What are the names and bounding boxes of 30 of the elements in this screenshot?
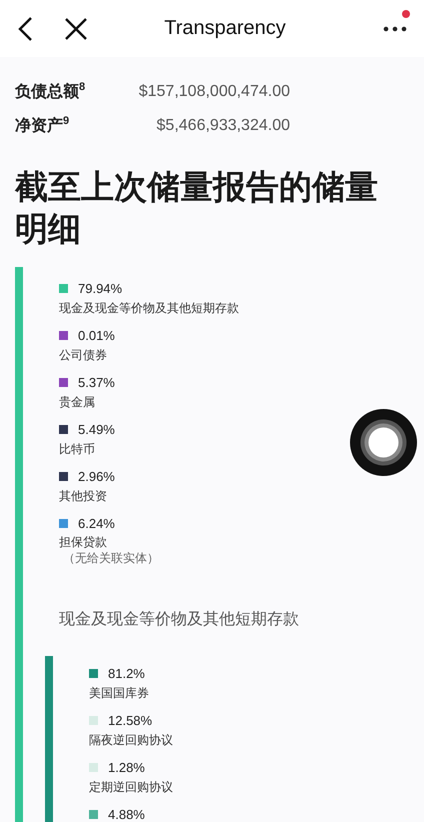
category-label: 定期逆回购协议 bbox=[89, 779, 173, 796]
category-label: 贵金属 bbox=[59, 394, 96, 411]
percent-value: 4.88% bbox=[108, 806, 145, 822]
percent-value: 12.58% bbox=[108, 712, 152, 728]
category-label: 担保贷款 bbox=[59, 534, 108, 551]
close-icon[interactable] bbox=[64, 16, 88, 40]
percent-value: 81.2% bbox=[108, 666, 145, 680]
category-label: 其他投资 bbox=[59, 488, 108, 505]
category-label: 美国国库券 bbox=[89, 685, 150, 702]
percent-value: 6.24% bbox=[78, 516, 115, 530]
category-label: 现金及现金等价物及其他短期存款 bbox=[59, 300, 240, 317]
percent-value: 2.96% bbox=[78, 468, 115, 484]
page-title: Transparency bbox=[163, 17, 287, 40]
more-icon[interactable] bbox=[383, 26, 407, 32]
category-note: （无给关联实体） bbox=[63, 551, 160, 566]
section-heading: 截至上次储量报告的储量明细 bbox=[15, 167, 379, 249]
percent-value: 5.37% bbox=[78, 374, 115, 390]
percent-value: 79.94% bbox=[78, 280, 122, 296]
percent-value: 1.28% bbox=[108, 760, 145, 774]
summary-value: $157,108,000,474.00 bbox=[138, 83, 290, 101]
percent-value: 0.01% bbox=[78, 328, 115, 342]
percent-value: 5.49% bbox=[78, 422, 115, 436]
category-label: 隔夜逆回购协议 bbox=[89, 732, 173, 749]
subsection-title: 现金及现金等价物及其他短期存款 bbox=[59, 610, 299, 630]
summary-label: 负债总额$^{8}$ bbox=[15, 81, 86, 103]
category-label: 公司债券 bbox=[59, 347, 108, 364]
category-label: 比特币 bbox=[59, 441, 96, 458]
summary-label: 净资产$^{9}$ bbox=[15, 115, 70, 137]
summary-value: $5,466,933,324.00 bbox=[156, 117, 290, 135]
floating-button[interactable] bbox=[350, 409, 417, 476]
